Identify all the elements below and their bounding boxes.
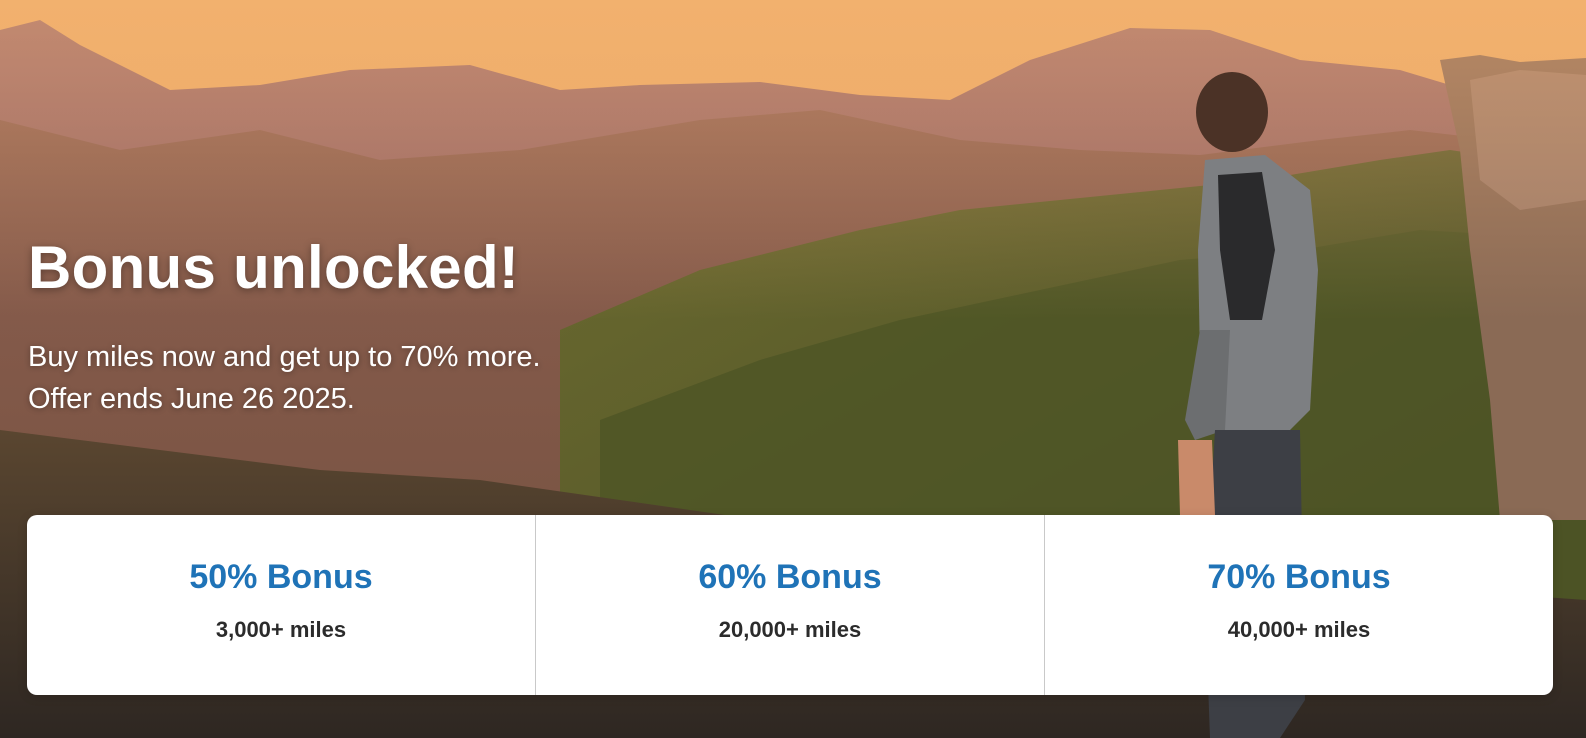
subtext-line-deadline: Offer ends June 26 2025. <box>28 383 355 415</box>
tier-miles: 40,000+ miles <box>1227 617 1371 642</box>
bonus-tier-70[interactable]: 70% Bonus 40,000+ miles <box>1045 515 1553 695</box>
bonus-tier-60[interactable]: 60% Bonus 20,000+ miles <box>536 515 1045 695</box>
bonus-tier-50[interactable]: 50% Bonus 3,000+ miles <box>27 515 536 695</box>
tier-miles: 20,000+ miles <box>718 617 862 642</box>
tier-title: 70% Bonus <box>1207 558 1391 596</box>
promo-hero: Bonus unlocked! Buy miles now and get up… <box>0 0 1586 738</box>
tier-title: 60% Bonus <box>698 558 882 596</box>
tier-miles: 3,000+ miles <box>215 617 347 642</box>
tier-title: 50% Bonus <box>189 558 373 596</box>
headline: Bonus unlocked! <box>28 234 520 301</box>
bonus-tiers-card: 50% Bonus 3,000+ miles 60% Bonus 20,000+… <box>27 515 1553 695</box>
subtext-line-offer: Buy miles now and get up to 70% more. <box>28 341 541 373</box>
promo-copy: Bonus unlocked! Buy miles now and get up… <box>28 228 648 420</box>
promo-subtext: Buy miles now and get up to 70% more. Of… <box>28 336 648 420</box>
